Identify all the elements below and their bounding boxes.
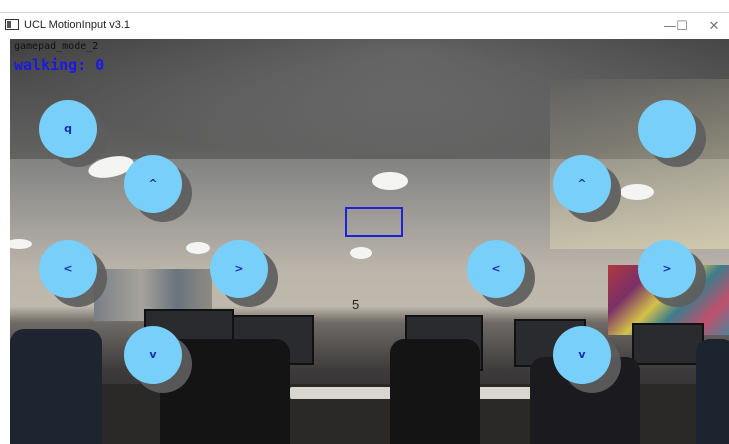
pad-key-label: v — [578, 348, 586, 361]
frame-counter: 5 — [352, 297, 360, 312]
walking-status: walking: 0 — [14, 56, 105, 74]
camera-view: gamepad_mode_2 walking: 0 5 q ^ < > v ^ — [10, 39, 729, 444]
pad-key-label — [638, 100, 696, 158]
pad-left-top[interactable]: q — [39, 100, 107, 167]
pad-key-label: ^ — [148, 177, 158, 190]
window-titlebar: UCL MotionInput v3.1 — ☐ ✕ — [0, 12, 729, 40]
pad-key-label: q — [64, 122, 72, 135]
ceiling-light — [10, 239, 32, 249]
office-chair — [390, 339, 480, 444]
pad-left-right[interactable]: > — [210, 240, 278, 307]
pad-right-left[interactable]: < — [467, 240, 535, 307]
center-tracking-box — [345, 207, 403, 237]
ceiling-light — [186, 242, 210, 254]
foreground-figure — [696, 339, 729, 444]
pad-key-label: ^ — [577, 177, 587, 190]
pad-left-up[interactable]: ^ — [124, 155, 192, 222]
pad-right-down[interactable]: v — [553, 326, 621, 393]
pad-right-right[interactable]: > — [638, 240, 706, 307]
app-window-icon — [5, 19, 19, 30]
ceiling-light — [350, 247, 372, 259]
pad-key-label: v — [149, 348, 157, 361]
close-button[interactable]: ✕ — [695, 13, 729, 40]
pad-left-down[interactable]: v — [124, 326, 192, 393]
pad-right-up[interactable]: ^ — [553, 155, 621, 222]
pad-key-label: < — [63, 262, 73, 275]
window-title: UCL MotionInput v3.1 — [24, 19, 130, 31]
pad-key-label: > — [234, 262, 244, 275]
pad-key-label: > — [662, 262, 672, 275]
pad-key-label: < — [491, 262, 501, 275]
foreground-chair — [10, 329, 102, 444]
ceiling-light — [620, 184, 654, 200]
pad-left-left[interactable]: < — [39, 240, 107, 307]
mode-label: gamepad_mode_2 — [14, 41, 99, 52]
monitor — [632, 323, 704, 365]
pad-right-top[interactable] — [638, 100, 706, 167]
ceiling-light — [372, 172, 408, 190]
